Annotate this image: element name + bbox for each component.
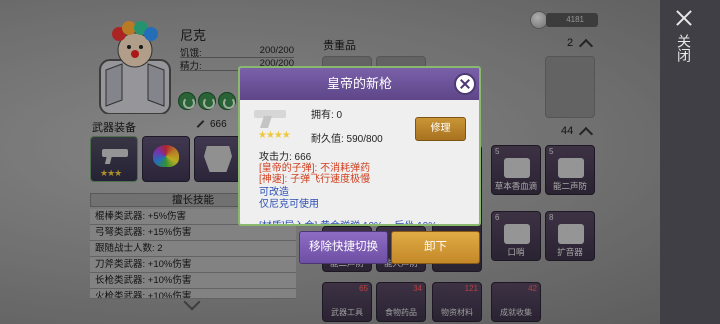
owned-count: 拥有: 0 [311, 110, 343, 121]
repair-button[interactable]: 修理 [415, 117, 466, 141]
durability: 耐久值: 590/800 [311, 134, 383, 145]
close-icon[interactable] [674, 8, 694, 28]
pistol-icon [254, 106, 288, 128]
close-label[interactable]: 关闭 [676, 34, 692, 62]
dialog-title: 皇帝的新枪 [240, 68, 479, 100]
item-detail-dialog: 皇帝的新枪 ★★★★ 拥有: 0 耐久值: 590/800 修理 攻击力: 66… [238, 66, 481, 226]
close-icon[interactable] [454, 73, 476, 95]
note-line: 仅尼克可使用 [259, 199, 319, 210]
rarity-stars: ★★★★ [258, 130, 291, 141]
note-line: [材质]导入金] 黄金弹弹 10% ~ 后坐 10% [259, 217, 437, 224]
remove-quick-switch-button[interactable]: 移除快捷切换 [299, 231, 388, 264]
unequip-button[interactable]: 卸下 [391, 231, 480, 264]
